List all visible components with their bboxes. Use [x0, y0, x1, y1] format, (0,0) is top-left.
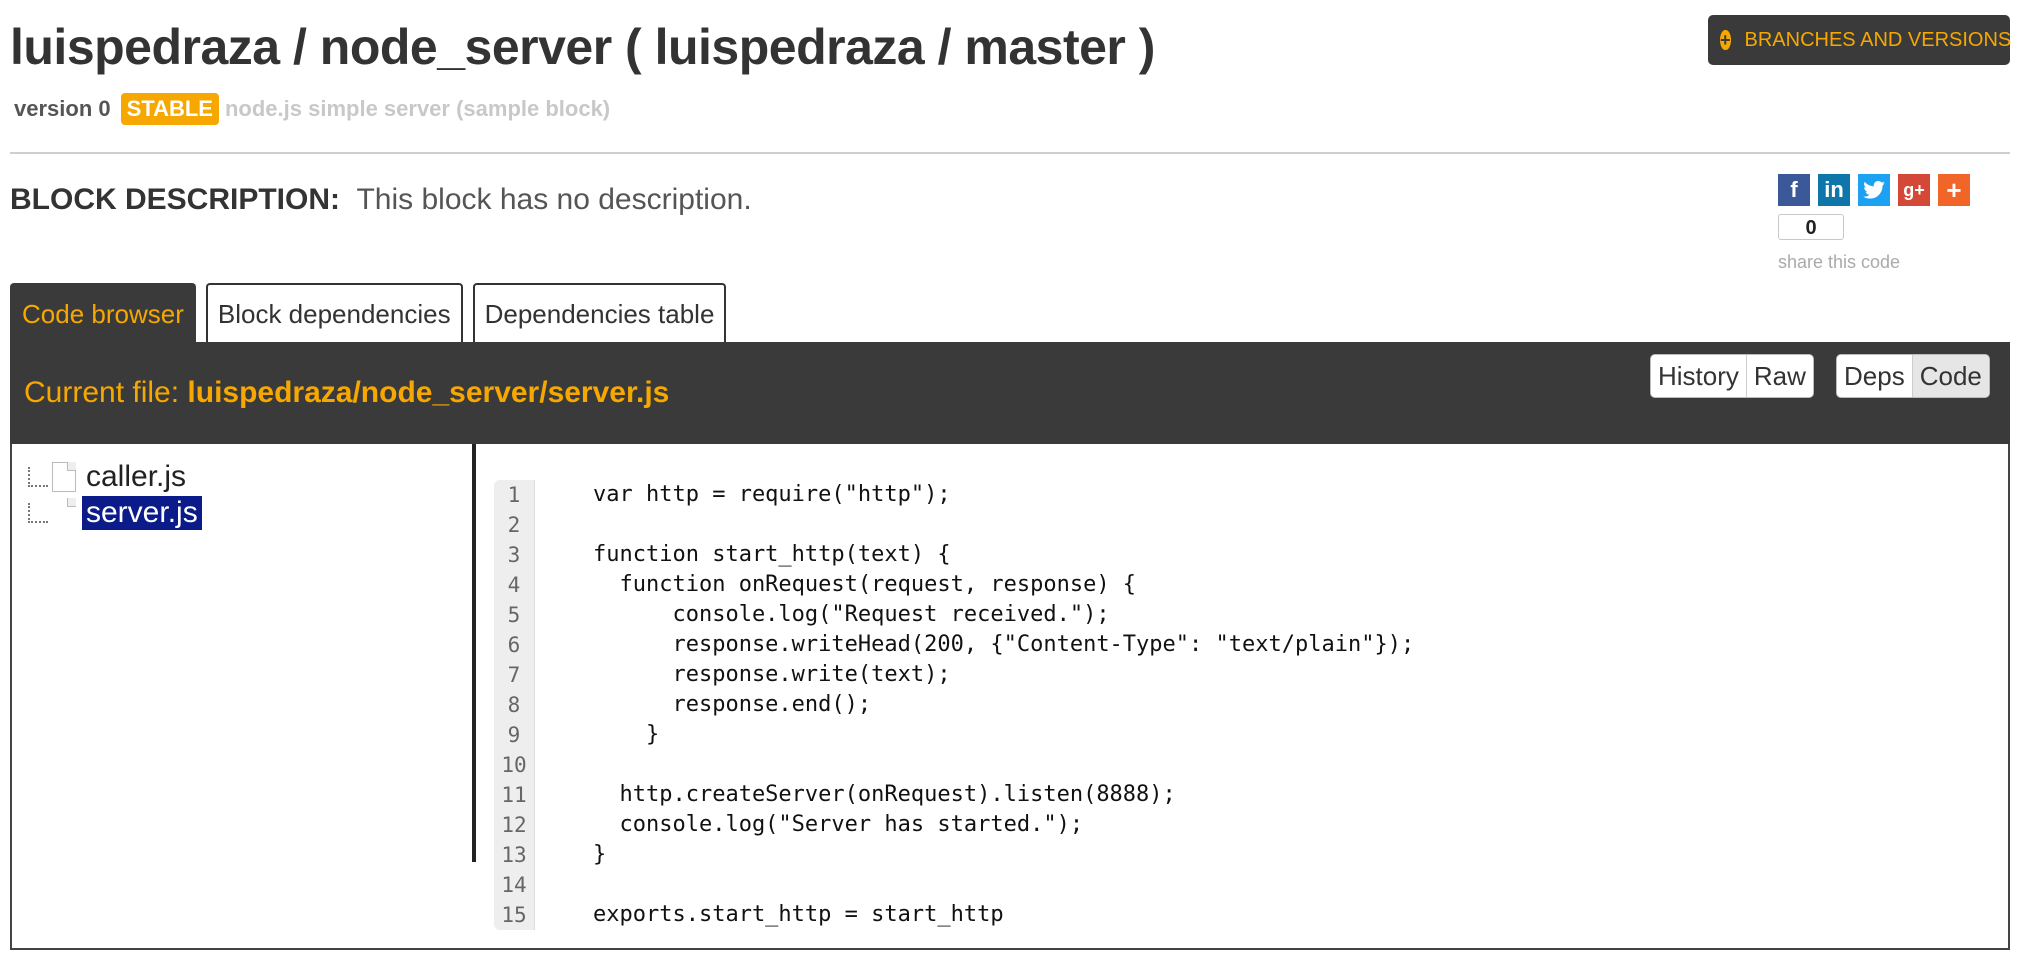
code-line: 4 function onRequest(request, response) … [494, 570, 1994, 600]
line-number: 8 [494, 690, 535, 720]
line-number: 5 [494, 600, 535, 630]
share-label: share this code [1778, 252, 1901, 272]
code-text: exports.start_http = start_http [593, 902, 1004, 927]
divider [10, 152, 2010, 154]
code-line: 1 var http = require("http"); [494, 480, 1994, 510]
code-text: } [593, 722, 660, 747]
line-number: 6 [494, 630, 535, 660]
code-text: var http = require("http"); [593, 482, 951, 507]
history-button[interactable]: History [1651, 355, 1746, 397]
line-number: 10 [494, 750, 535, 780]
line-number: 2 [494, 510, 535, 540]
code-text: console.log("Server has started."); [593, 812, 1084, 837]
block-description: BLOCK DESCRIPTION: This block has no des… [10, 183, 752, 217]
raw-button[interactable]: Raw [1745, 355, 1813, 397]
code-line: 9 } [494, 720, 1994, 750]
branches-button-label: BRANCHES AND VERSIONS [1744, 28, 2012, 51]
tab-bar: Code browser Block dependencies Dependen… [10, 283, 727, 343]
line-number: 1 [494, 480, 535, 510]
code-line: 12 console.log("Server has started."); [494, 810, 1994, 840]
tree-branch [28, 467, 48, 487]
code-line: 3 function start_http(text) { [494, 540, 1994, 570]
share-icons: f in g+ + [1778, 174, 1978, 206]
line-number: 11 [494, 780, 535, 810]
line-number: 14 [494, 870, 535, 900]
code-line: 13} [494, 840, 1994, 870]
code-line: 14 [494, 870, 1994, 900]
plus-circle-icon: + [1720, 30, 1731, 50]
description-label: BLOCK DESCRIPTION: [10, 183, 340, 216]
file-name: server.js [82, 496, 202, 530]
tab-block-dependencies[interactable]: Block dependencies [205, 283, 463, 343]
block-name: node.js simple server (sample block) [224, 96, 611, 121]
twitter-icon[interactable] [1858, 174, 1890, 206]
code-text: response.write(text); [593, 662, 951, 687]
code-text: console.log("Request received."); [593, 602, 1110, 627]
code-text: response.end(); [593, 692, 872, 717]
code-text: http.createServer(onRequest).listen(8888… [593, 782, 1176, 807]
version-label: version 0 [14, 96, 111, 121]
file-header-bar: Current file: luispedraza/node_server/se… [10, 342, 2010, 444]
code-line: 8 response.end(); [494, 690, 1994, 720]
file-icon [52, 498, 76, 528]
current-file: Current file: luispedraza/node_server/se… [24, 376, 669, 410]
description-text: This block has no description. [356, 183, 752, 216]
file-tree: caller.js server.js [12, 444, 476, 862]
code-browser-panel: caller.js server.js 1 var http = require(… [10, 444, 2010, 950]
line-number: 12 [494, 810, 535, 840]
file-icon [52, 462, 76, 492]
code-line: 10 [494, 750, 1994, 780]
line-number: 15 [494, 900, 535, 930]
file-name: caller.js [86, 460, 187, 493]
deps-code-group: Deps Code [1836, 354, 1990, 398]
current-file-path[interactable]: luispedraza/node_server/server.js [187, 376, 669, 409]
tab-dependencies-table[interactable]: Dependencies table [472, 283, 727, 343]
linkedin-icon[interactable]: in [1818, 174, 1850, 206]
share-count: 0 [1778, 214, 1844, 240]
line-number: 3 [494, 540, 535, 570]
code-line: 11 http.createServer(onRequest).listen(8… [494, 780, 1994, 810]
line-number: 13 [494, 840, 535, 870]
googleplus-icon[interactable]: g+ [1898, 174, 1930, 206]
page-title: luispedraza / node_server ( luispedraza … [10, 19, 1155, 75]
version-line: version 0 STABLE node.js simple server (… [14, 92, 610, 126]
code-line: 2 [494, 510, 1994, 540]
tree-item-server-js[interactable]: server.js [28, 496, 202, 530]
tab-code-browser[interactable]: Code browser [10, 283, 196, 343]
code-text: function onRequest(request, response) { [593, 572, 1137, 597]
current-file-label: Current file: [24, 376, 180, 409]
code-line: 15 exports.start_http = start_http [494, 900, 1994, 930]
code-line: 6 response.writeHead(200, {"Content-Type… [494, 630, 1994, 660]
facebook-icon[interactable]: f [1778, 174, 1810, 206]
deps-button[interactable]: Deps [1837, 355, 1912, 397]
line-number: 7 [494, 660, 535, 690]
code-line: 5 console.log("Request received."); [494, 600, 1994, 630]
code-text: response.writeHead(200, {"Content-Type":… [593, 632, 1415, 657]
branches-and-versions-button[interactable]: + BRANCHES AND VERSIONS [1708, 15, 2012, 65]
share-widget: f in g+ + 0 share this code [1778, 174, 1978, 274]
addthis-icon[interactable]: + [1938, 174, 1970, 206]
line-number: 9 [494, 720, 535, 750]
history-raw-group: History Raw [1650, 354, 1814, 398]
code-text: } [593, 842, 607, 867]
tree-item-caller-js[interactable]: caller.js [28, 460, 190, 494]
code-text: function start_http(text) { [593, 542, 951, 567]
line-number: 4 [494, 570, 535, 600]
code-line: 7 response.write(text); [494, 660, 1994, 690]
status-badge: STABLE [120, 93, 219, 125]
tree-branch [28, 503, 48, 523]
code-view: 1 var http = require("http"); 2 3 function s… [494, 480, 1994, 930]
code-button[interactable]: Code [1911, 355, 1989, 397]
